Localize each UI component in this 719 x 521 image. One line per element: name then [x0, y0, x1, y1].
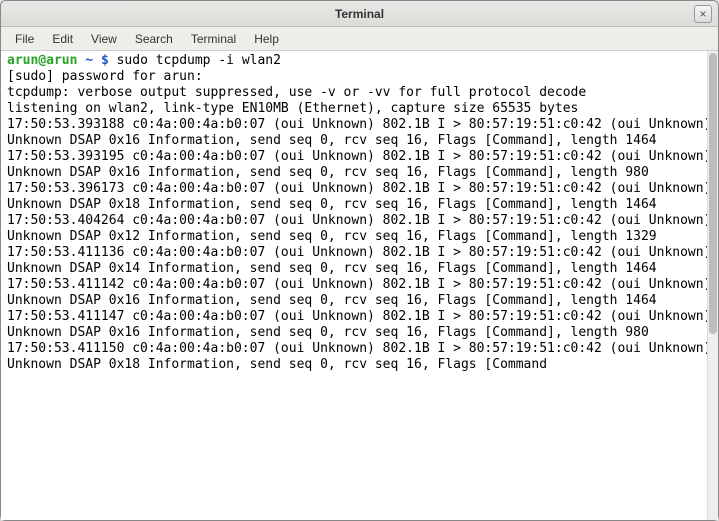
window-title: Terminal	[335, 7, 384, 21]
output-line: 17:50:53.411147 c0:4a:00:4a:b0:07 (oui U…	[7, 309, 718, 340]
output-line: 17:50:53.411136 c0:4a:00:4a:b0:07 (oui U…	[7, 245, 718, 276]
output-line: listening on wlan2, link-type EN10MB (Et…	[7, 101, 578, 116]
output-line: 17:50:53.411142 c0:4a:00:4a:b0:07 (oui U…	[7, 277, 718, 308]
menu-help[interactable]: Help	[246, 29, 287, 49]
scrollbar[interactable]	[707, 51, 718, 520]
output-line: [sudo] password for arun:	[7, 69, 203, 84]
output-line: tcpdump: verbose output suppressed, use …	[7, 85, 586, 100]
command-text: sudo tcpdump -i wlan2	[117, 53, 281, 68]
close-icon: ×	[699, 7, 706, 21]
output-line: 17:50:53.393195 c0:4a:00:4a:b0:07 (oui U…	[7, 149, 718, 180]
close-button[interactable]: ×	[694, 5, 712, 23]
scrollbar-thumb[interactable]	[709, 53, 717, 334]
output-line: 17:50:53.393188 c0:4a:00:4a:b0:07 (oui U…	[7, 117, 718, 148]
menu-file[interactable]: File	[7, 29, 42, 49]
terminal-window: Terminal × File Edit View Search Termina…	[0, 0, 719, 521]
menu-edit[interactable]: Edit	[44, 29, 81, 49]
menu-search[interactable]: Search	[127, 29, 181, 49]
prompt-user-host: arun@arun	[7, 53, 77, 68]
output-line: 17:50:53.404264 c0:4a:00:4a:b0:07 (oui U…	[7, 213, 718, 244]
menu-terminal[interactable]: Terminal	[183, 29, 244, 49]
titlebar[interactable]: Terminal ×	[1, 1, 718, 27]
menu-view[interactable]: View	[83, 29, 125, 49]
output-line: 17:50:53.396173 c0:4a:00:4a:b0:07 (oui U…	[7, 181, 718, 212]
output-line: 17:50:53.411150 c0:4a:00:4a:b0:07 (oui U…	[7, 341, 718, 372]
menubar: File Edit View Search Terminal Help	[1, 27, 718, 51]
prompt-symbol: $	[101, 53, 109, 68]
terminal-output[interactable]: arun@arun ~ $ sudo tcpdump -i wlan2 [sud…	[1, 51, 718, 520]
prompt-cwd: ~	[85, 53, 93, 68]
